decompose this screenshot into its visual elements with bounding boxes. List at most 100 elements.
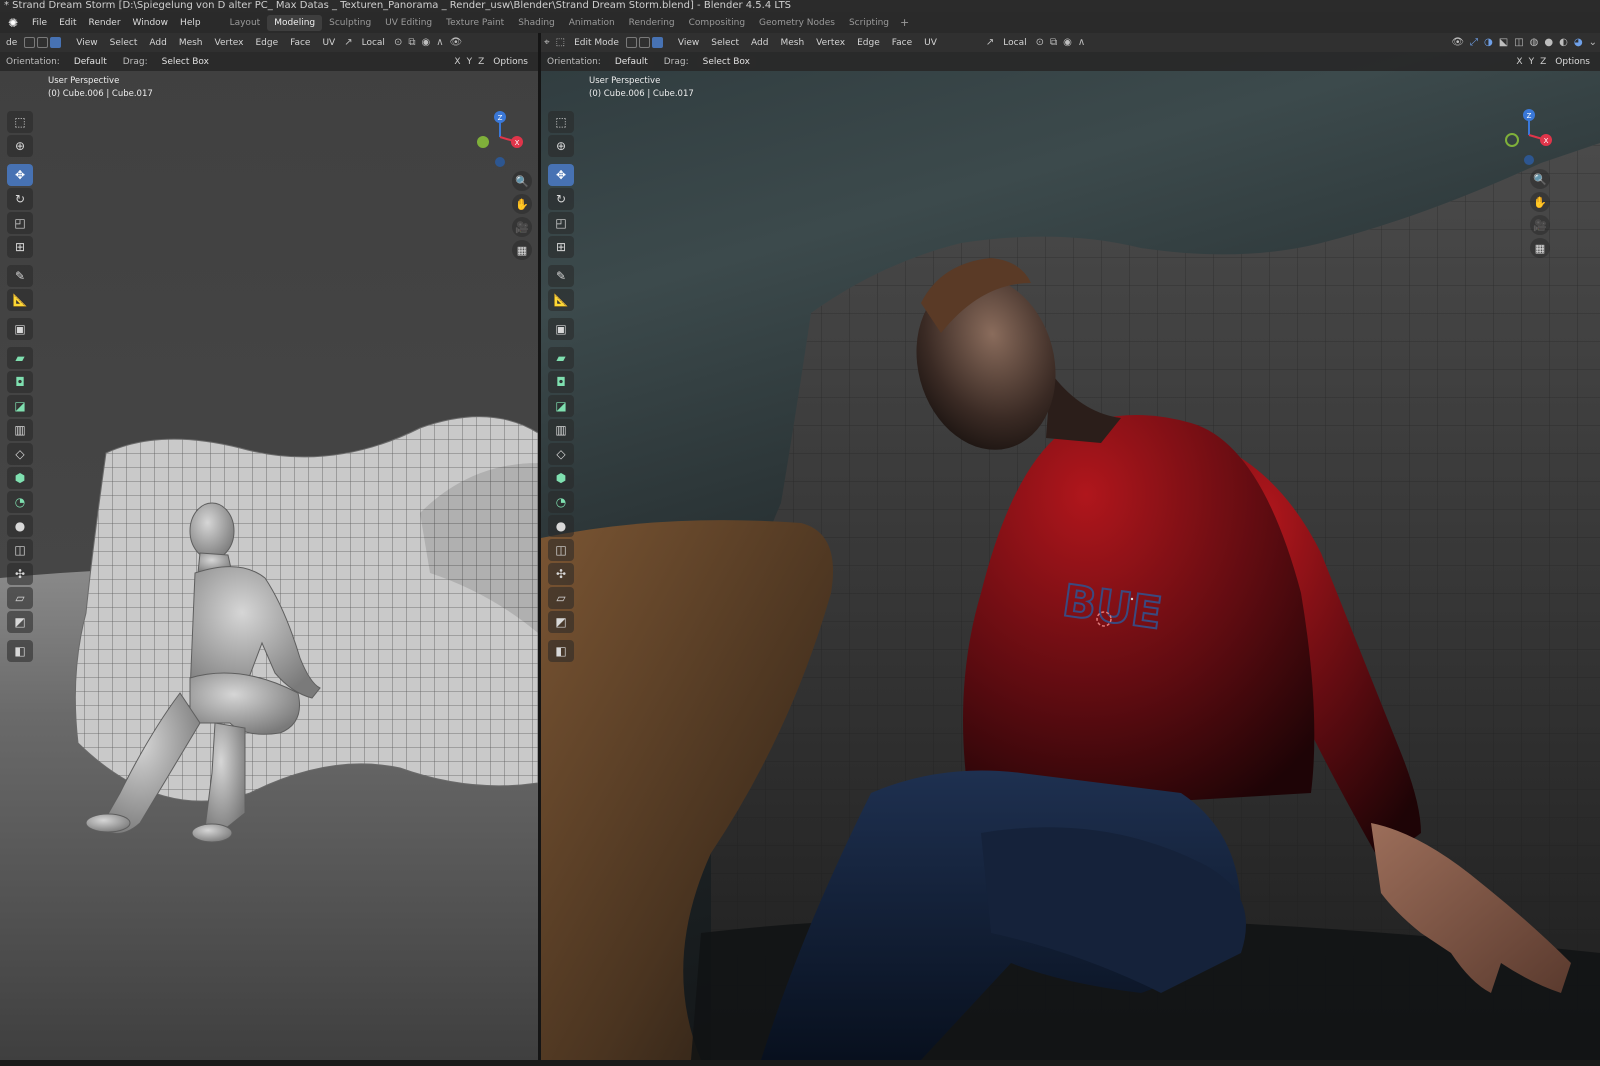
tab-shading[interactable]: Shading: [511, 15, 562, 31]
pan-hand-icon[interactable]: ✋: [512, 194, 532, 214]
right-face-select-icon[interactable]: [651, 37, 663, 48]
pivot-point-icon[interactable]: ⊙: [391, 37, 405, 48]
vertex-select-icon[interactable]: [24, 37, 36, 48]
tab-modeling[interactable]: Modeling: [267, 14, 323, 31]
tab-rendering[interactable]: Rendering: [622, 15, 682, 31]
edge-slide-tool-icon[interactable]: ◫: [7, 539, 33, 561]
right-inset-tool-icon[interactable]: ◘: [548, 371, 574, 393]
right-falloff-icon[interactable]: ∧: [1075, 37, 1088, 48]
right-axis-y[interactable]: Y: [1526, 57, 1538, 67]
right-proportional-edit-icon[interactable]: ◉: [1060, 37, 1075, 48]
gizmo-neg-z-axis[interactable]: [495, 157, 505, 167]
right-poly-build-tool-icon[interactable]: ⬢: [548, 467, 574, 489]
menu-edit[interactable]: Edit: [53, 18, 82, 28]
material-preview-shading-icon[interactable]: ◐: [1556, 37, 1571, 48]
tab-geometry-nodes[interactable]: Geometry Nodes: [752, 15, 842, 31]
loop-cut-tool-icon[interactable]: ▥: [7, 419, 33, 441]
right-cursor-tool-icon[interactable]: ⊕: [548, 135, 574, 157]
edge-select-icon[interactable]: [37, 37, 49, 48]
left-mode-label[interactable]: de: [0, 38, 23, 48]
overlays-icon[interactable]: ◑: [1481, 37, 1496, 48]
right-menu-select[interactable]: Select: [705, 38, 745, 48]
tab-compositing[interactable]: Compositing: [682, 15, 752, 31]
right-shrink-fatten-tool-icon[interactable]: ✣: [548, 563, 574, 585]
zoom-icon[interactable]: 🔍: [512, 171, 532, 191]
poly-build-tool-icon[interactable]: ⬢: [7, 467, 33, 489]
right-menu-vertex[interactable]: Vertex: [810, 38, 851, 48]
knife-tool-icon[interactable]: ◇: [7, 443, 33, 465]
blender-logo-icon[interactable]: ✺: [6, 16, 20, 30]
right-menu-edge[interactable]: Edge: [851, 38, 886, 48]
shrink-fatten-tool-icon[interactable]: ✣: [7, 563, 33, 585]
right-axis-x[interactable]: X: [1513, 57, 1525, 67]
left-axis-y[interactable]: Y: [464, 57, 476, 67]
left-axis-z[interactable]: Z: [475, 57, 487, 67]
select-box-tool-icon[interactable]: ⬚: [7, 111, 33, 133]
tab-scripting[interactable]: Scripting: [842, 15, 896, 31]
left-menu-view[interactable]: View: [70, 38, 103, 48]
rendered-shading-icon[interactable]: ◕: [1571, 37, 1586, 48]
menu-window[interactable]: Window: [127, 18, 175, 28]
right-zoom-icon[interactable]: 🔍: [1530, 169, 1550, 189]
right-orientation-dropdown[interactable]: Default: [608, 55, 654, 68]
falloff-icon[interactable]: ∧: [433, 37, 446, 48]
right-options-dropdown[interactable]: Options: [1549, 57, 1600, 67]
gizmo-y-axis[interactable]: [477, 136, 489, 148]
shear-tool-icon[interactable]: ▱: [7, 587, 33, 609]
left-menu-select[interactable]: Select: [104, 38, 144, 48]
annotate-tool-icon[interactable]: ✎: [7, 265, 33, 287]
right-select-box-tool-icon[interactable]: ⬚: [548, 111, 574, 133]
left-options-dropdown[interactable]: Options: [487, 57, 538, 67]
right-spin-tool-icon[interactable]: ◔: [548, 491, 574, 513]
menu-render[interactable]: Render: [83, 18, 127, 28]
bevel-tool-icon[interactable]: ◪: [7, 395, 33, 417]
left-menu-face[interactable]: Face: [284, 38, 316, 48]
tab-uv-editing[interactable]: UV Editing: [378, 15, 439, 31]
right-smooth-tool-icon[interactable]: ●: [548, 515, 574, 537]
left-orientation-dropdown[interactable]: Default: [67, 55, 113, 68]
perspective-toggle-icon[interactable]: ▦: [512, 240, 532, 260]
right-perspective-toggle-icon[interactable]: ▦: [1530, 238, 1550, 258]
left-axis-x[interactable]: X: [451, 57, 463, 67]
view-options-icon[interactable]: 👁: [447, 37, 466, 48]
left-menu-uv[interactable]: UV: [316, 38, 341, 48]
toolbar-toggle-icon[interactable]: ◧: [7, 640, 33, 662]
measure-tool-icon[interactable]: 📐: [7, 289, 33, 311]
solid-shading-icon[interactable]: ●: [1541, 37, 1556, 48]
right-extrude-tool-icon[interactable]: ▰: [548, 347, 574, 369]
right-navigation-gizmo[interactable]: Z X: [1499, 105, 1563, 169]
left-3d-viewport[interactable]: de View Select Add Mesh Vertex Edge Face…: [0, 33, 538, 1060]
right-drag-dropdown[interactable]: Select Box: [696, 55, 756, 68]
add-workspace-button[interactable]: +: [896, 16, 913, 29]
right-move-tool-icon[interactable]: ✥: [548, 164, 574, 186]
right-measure-tool-icon[interactable]: 📐: [548, 289, 574, 311]
right-add-cube-tool-icon[interactable]: ▣: [548, 318, 574, 340]
right-loop-cut-tool-icon[interactable]: ▥: [548, 419, 574, 441]
wireframe-shading-icon[interactable]: ◍: [1527, 37, 1542, 48]
editor-type-icon[interactable]: ⌖: [541, 37, 553, 48]
xray-toggle-icon[interactable]: ◫: [1511, 37, 1526, 48]
shading-options-icon[interactable]: ⌄: [1586, 37, 1600, 48]
right-gizmo-y-axis[interactable]: [1505, 133, 1519, 147]
proportional-edit-icon[interactable]: ◉: [418, 37, 433, 48]
right-annotate-tool-icon[interactable]: ✎: [548, 265, 574, 287]
right-transform-orientation-icon[interactable]: ↗: [983, 37, 997, 48]
right-pivot-dropdown[interactable]: Local: [997, 38, 1032, 48]
rip-tool-icon[interactable]: ◩: [7, 611, 33, 633]
left-menu-mesh[interactable]: Mesh: [173, 38, 209, 48]
tab-animation[interactable]: Animation: [562, 15, 622, 31]
right-vertex-select-icon[interactable]: [625, 37, 637, 48]
left-pivot-dropdown[interactable]: Local: [356, 38, 391, 48]
right-bevel-tool-icon[interactable]: ◪: [548, 395, 574, 417]
right-rip-tool-icon[interactable]: ◩: [548, 611, 574, 633]
right-edge-select-icon[interactable]: [638, 37, 650, 48]
tab-layout[interactable]: Layout: [223, 15, 268, 31]
extrude-tool-icon[interactable]: ▰: [7, 347, 33, 369]
left-navigation-gizmo[interactable]: Z X: [470, 109, 530, 169]
right-knife-tool-icon[interactable]: ◇: [548, 443, 574, 465]
visibility-icon[interactable]: 👁: [1448, 37, 1467, 48]
right-toolbar-toggle-icon[interactable]: ◧: [548, 640, 574, 662]
right-mode-dropdown[interactable]: Edit Mode: [568, 38, 625, 48]
right-scale-tool-icon[interactable]: ◰: [548, 212, 574, 234]
move-tool-icon[interactable]: ✥: [7, 164, 33, 186]
